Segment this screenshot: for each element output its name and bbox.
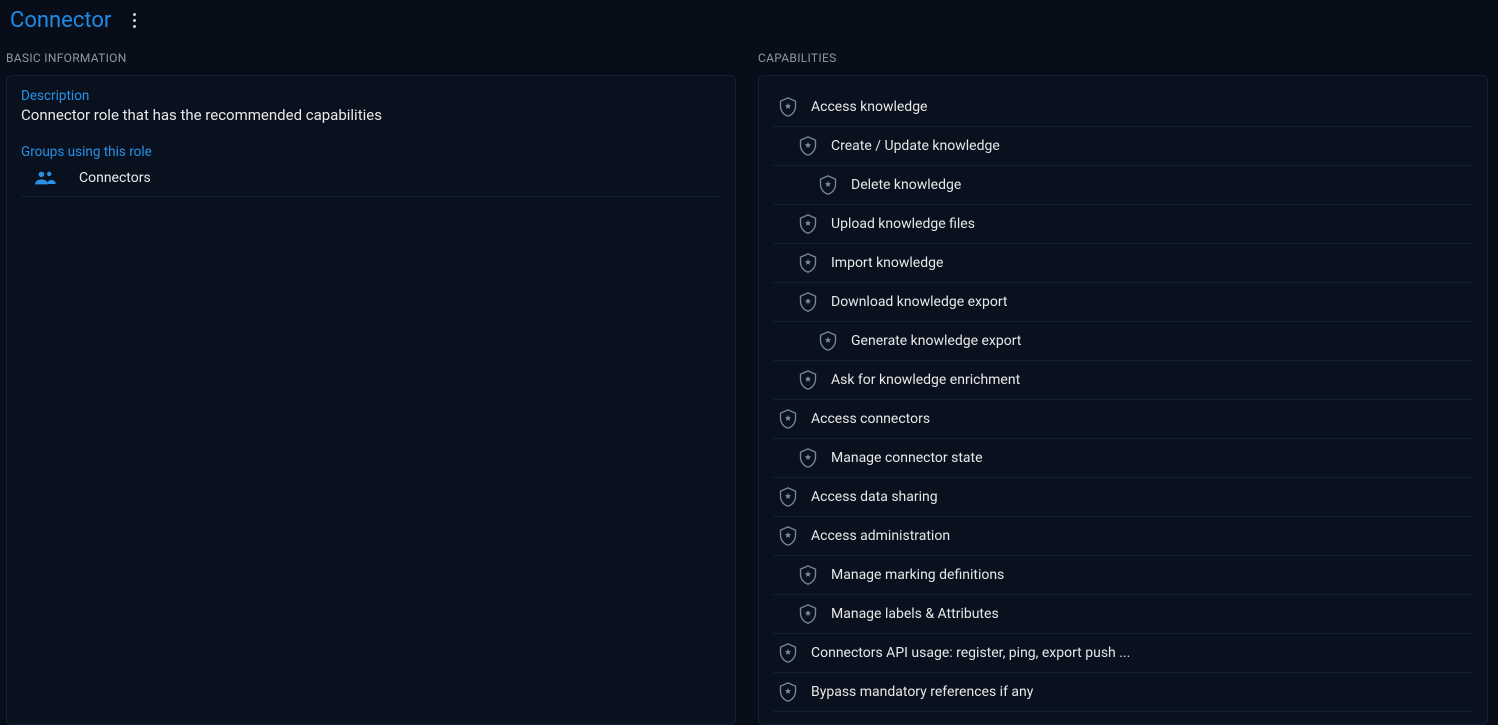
- capability-icon: [777, 96, 799, 118]
- capability-icon: [817, 174, 839, 196]
- capability-icon: [797, 213, 819, 235]
- capability-icon: [797, 369, 819, 391]
- page-title: Connector: [10, 8, 111, 33]
- capability-label: Create / Update knowledge: [831, 138, 1000, 154]
- capability-item[interactable]: Manage connector state: [773, 439, 1473, 478]
- capability-icon: [797, 252, 819, 274]
- capability-icon: [797, 447, 819, 469]
- basic-info-panel: Description Connector role that has the …: [6, 75, 736, 725]
- capability-label: Bypass mandatory references if any: [811, 684, 1033, 700]
- capability-label: Access administration: [811, 528, 950, 544]
- basic-info-header: BASIC INFORMATION: [6, 51, 736, 65]
- shield-star-icon: [778, 642, 798, 664]
- capability-item[interactable]: Download knowledge export: [773, 283, 1473, 322]
- capability-item[interactable]: Delete knowledge: [773, 166, 1473, 205]
- capability-item[interactable]: Generate knowledge export: [773, 322, 1473, 361]
- shield-star-icon: [778, 408, 798, 430]
- capability-label: Ask for knowledge enrichment: [831, 372, 1020, 388]
- capability-item[interactable]: Manage labels & Attributes: [773, 595, 1473, 634]
- capabilities-column: CAPABILITIES Access knowledge Create / U…: [758, 47, 1488, 725]
- capabilities-panel: Access knowledge Create / Update knowled…: [758, 75, 1488, 725]
- shield-star-icon: [798, 564, 818, 586]
- group-icon-wrap: [35, 170, 57, 186]
- capability-label: Access connectors: [811, 411, 930, 427]
- capability-item[interactable]: Manage marking definitions: [773, 556, 1473, 595]
- capability-icon: [777, 525, 799, 547]
- shield-star-icon: [778, 525, 798, 547]
- capability-label: Manage connector state: [831, 450, 983, 466]
- capability-label: Generate knowledge export: [851, 333, 1021, 349]
- capability-label: Download knowledge export: [831, 294, 1008, 310]
- capability-label: Access knowledge: [811, 99, 927, 115]
- capability-icon: [797, 564, 819, 586]
- capability-item[interactable]: Connectors API usage: register, ping, ex…: [773, 634, 1473, 673]
- capability-label: Delete knowledge: [851, 177, 961, 193]
- capability-item[interactable]: Access connectors: [773, 400, 1473, 439]
- shield-star-icon: [798, 369, 818, 391]
- shield-star-icon: [818, 174, 838, 196]
- capability-item[interactable]: Ask for knowledge enrichment: [773, 361, 1473, 400]
- capability-item[interactable]: Create / Update knowledge: [773, 127, 1473, 166]
- capability-label: Upload knowledge files: [831, 216, 975, 232]
- description-text: Connector role that has the recommended …: [21, 106, 721, 124]
- shield-star-icon: [778, 486, 798, 508]
- capability-item[interactable]: Access data sharing: [773, 478, 1473, 517]
- capability-label: Connectors API usage: register, ping, ex…: [811, 645, 1130, 661]
- capabilities-header: CAPABILITIES: [758, 51, 1488, 65]
- shield-star-icon: [798, 447, 818, 469]
- capability-item[interactable]: Import knowledge: [773, 244, 1473, 283]
- shield-star-icon: [798, 213, 818, 235]
- group-row[interactable]: Connectors: [21, 162, 721, 197]
- page-header: Connector: [0, 0, 1498, 39]
- group-name: Connectors: [79, 170, 151, 186]
- capability-icon: [777, 486, 799, 508]
- capability-icon: [797, 135, 819, 157]
- shield-star-icon: [798, 135, 818, 157]
- capability-icon: [777, 642, 799, 664]
- capability-label: Manage marking definitions: [831, 567, 1004, 583]
- capability-icon: [777, 408, 799, 430]
- basic-information-column: BASIC INFORMATION Description Connector …: [6, 47, 736, 725]
- capability-label: Import knowledge: [831, 255, 943, 271]
- group-icon: [35, 170, 57, 186]
- capability-icon: [797, 603, 819, 625]
- shield-star-icon: [798, 252, 818, 274]
- shield-star-icon: [798, 291, 818, 313]
- groups-label: Groups using this role: [21, 144, 721, 160]
- shield-star-icon: [778, 96, 798, 118]
- capability-label: Manage labels & Attributes: [831, 606, 999, 622]
- capability-item[interactable]: Access knowledge: [773, 88, 1473, 127]
- shield-star-icon: [818, 330, 838, 352]
- capability-icon: [817, 330, 839, 352]
- description-label: Description: [21, 88, 721, 104]
- capability-item[interactable]: Upload knowledge files: [773, 205, 1473, 244]
- more-options-button[interactable]: [129, 9, 140, 32]
- capability-icon: [797, 291, 819, 313]
- capability-label: Access data sharing: [811, 489, 938, 505]
- capability-item[interactable]: Bypass mandatory references if any: [773, 673, 1473, 712]
- shield-star-icon: [798, 603, 818, 625]
- capability-item[interactable]: Access administration: [773, 517, 1473, 556]
